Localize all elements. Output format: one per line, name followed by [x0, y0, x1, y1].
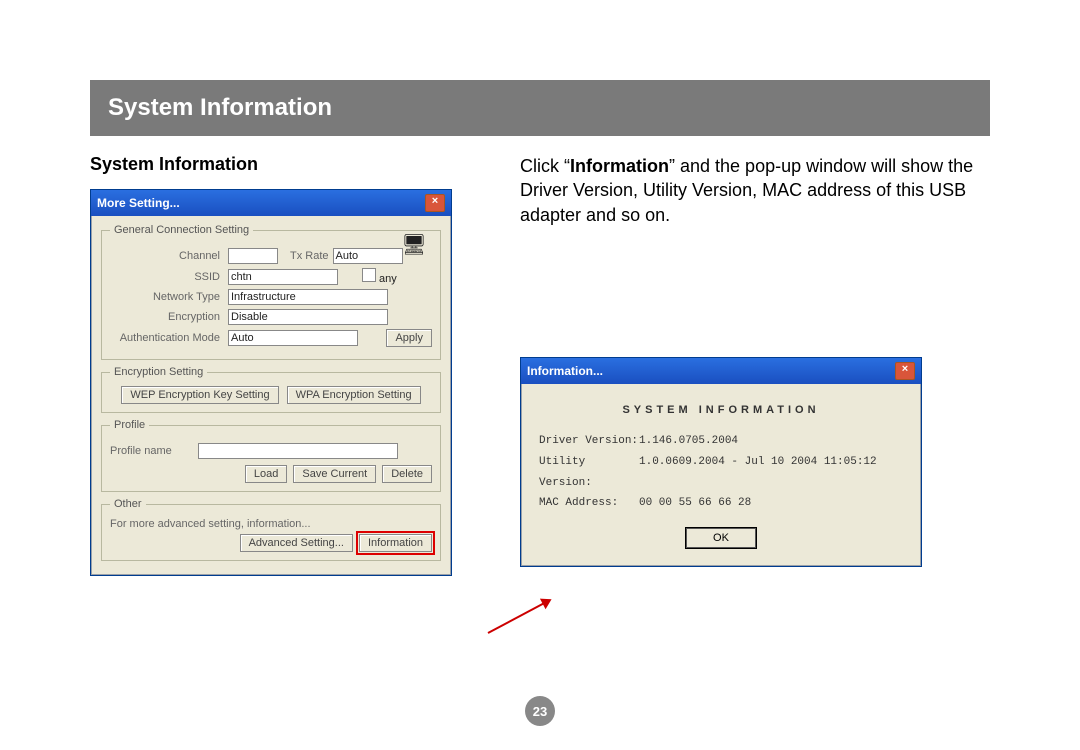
encryption-setting-legend: Encryption Setting: [110, 366, 207, 378]
channel-select[interactable]: [228, 248, 278, 264]
save-current-button[interactable]: Save Current: [293, 465, 376, 483]
info-window-title: Information...: [527, 364, 603, 378]
hardware-icon: 🖥: [401, 232, 427, 256]
any-label: any: [379, 273, 397, 285]
info-titlebar: Information... ×: [521, 358, 921, 384]
apply-button[interactable]: Apply: [386, 329, 432, 347]
section-heading: System Information: [90, 154, 490, 175]
mac-address-value: 00 00 55 66 66 28: [639, 493, 751, 514]
other-text: For more advanced setting, information..…: [110, 518, 432, 530]
txrate-label: Tx Rate: [290, 250, 329, 262]
other-legend: Other: [110, 498, 146, 510]
load-button[interactable]: Load: [245, 465, 287, 483]
more-setting-title: More Setting...: [97, 196, 180, 210]
more-setting-window: More Setting... × 🖥 General Connection S…: [90, 189, 452, 576]
advanced-setting-button[interactable]: Advanced Setting...: [240, 534, 353, 552]
network-type-select[interactable]: Infrastructure: [228, 289, 388, 305]
arrow-icon: [488, 599, 551, 634]
close-icon[interactable]: ×: [895, 362, 915, 380]
encryption-setting-group: Encryption Setting WEP Encryption Key Se…: [101, 366, 441, 413]
driver-version-label: Driver Version:: [539, 431, 639, 452]
other-group: Other For more advanced setting, informa…: [101, 498, 441, 561]
ssid-input[interactable]: chtn: [228, 269, 338, 285]
channel-label: Channel: [110, 250, 224, 262]
wpa-button[interactable]: WPA Encryption Setting: [287, 386, 421, 404]
driver-version-value: 1.146.0705.2004: [639, 431, 738, 452]
encryption-label: Encryption: [110, 311, 224, 323]
utility-version-label: Utility Version:: [539, 452, 639, 494]
ok-button[interactable]: OK: [686, 528, 756, 548]
profile-group: Profile Profile name Load Save Current D…: [101, 419, 441, 492]
profile-legend: Profile: [110, 419, 149, 431]
utility-version-value: 1.0.0609.2004 - Jul 10 2004 11:05:12: [639, 452, 877, 494]
info-heading: SYSTEM INFORMATION: [539, 400, 903, 421]
delete-button[interactable]: Delete: [382, 465, 432, 483]
profile-name-select[interactable]: [198, 443, 398, 459]
information-button[interactable]: Information: [359, 534, 432, 552]
auth-select[interactable]: Auto: [228, 330, 358, 346]
general-connection-group: General Connection Setting Channel Tx Ra…: [101, 224, 441, 360]
wep-button[interactable]: WEP Encryption Key Setting: [121, 386, 278, 404]
ssid-label: SSID: [110, 271, 224, 283]
network-type-label: Network Type: [110, 291, 224, 303]
instructions-bold: Information: [570, 156, 669, 176]
instructions-prefix: Click “: [520, 156, 570, 176]
page-number: 23: [525, 696, 555, 726]
encryption-select[interactable]: Disable: [228, 309, 388, 325]
title-bar: System Information: [90, 80, 990, 136]
close-icon[interactable]: ×: [425, 194, 445, 212]
any-checkbox[interactable]: [362, 268, 376, 282]
more-setting-titlebar: More Setting... ×: [91, 190, 451, 216]
mac-address-label: MAC Address:: [539, 493, 639, 514]
auth-label: Authentication Mode: [110, 332, 224, 344]
txrate-select[interactable]: Auto: [333, 248, 403, 264]
general-legend: General Connection Setting: [110, 224, 253, 236]
instructions: Click “Information” and the pop-up windo…: [520, 154, 990, 227]
profile-name-label: Profile name: [110, 445, 194, 457]
information-window: Information... × SYSTEM INFORMATION Driv…: [520, 357, 922, 567]
